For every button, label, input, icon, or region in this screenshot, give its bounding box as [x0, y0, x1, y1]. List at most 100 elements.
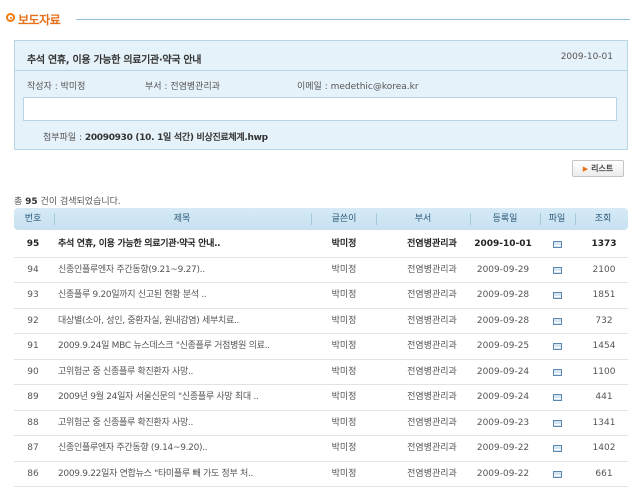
- table-header: 번호 제목 글쓴이 부서 등록일 파일 조회: [14, 208, 628, 230]
- post-content-area: [23, 97, 617, 121]
- bullet-circle-icon: [6, 13, 15, 22]
- header-separator: [540, 213, 541, 225]
- file-icon[interactable]: [552, 470, 562, 478]
- row-file: [542, 411, 572, 436]
- row-number: 88: [27, 417, 39, 428]
- author-label: 작성자 :: [27, 82, 61, 92]
- row-title-link[interactable]: 2009년 9월 24일자 서울신문의 "신종플루 사망 최대 ..: [58, 385, 308, 410]
- row-number: 86: [27, 468, 39, 479]
- email-label: 이메일 :: [297, 82, 331, 92]
- arrow-right-icon: ▶: [582, 164, 589, 173]
- result-count: 총 95 건이 검색되었습니다.: [14, 197, 121, 207]
- table-row: 95 추석 연휴, 이용 가능한 의료기관·약국 안내.. 박미정 전염병관리과…: [14, 232, 628, 258]
- table-row: 88 고위험군 중 신종플루 확진환자 사망.. 박미정 전염병관리과 2009…: [14, 411, 628, 436]
- row-file: [542, 309, 572, 334]
- post-author: 작성자 : 박미정: [27, 79, 85, 92]
- attachment-label: 첨부파일 :: [43, 133, 85, 143]
- header-separator: [311, 213, 312, 225]
- row-author: 박미정: [331, 315, 357, 326]
- row-author: 박미정: [331, 290, 357, 300]
- file-icon[interactable]: [552, 445, 562, 452]
- header-separator: [376, 213, 377, 225]
- row-date: 2009-09-24: [476, 392, 530, 402]
- column-header-author: 글쓴이: [331, 214, 357, 224]
- row-views: 1454: [592, 341, 616, 351]
- file-icon[interactable]: [552, 317, 562, 325]
- detail-divider: [15, 70, 627, 71]
- row-title-link[interactable]: 신종인플루엔자 주간동향(9.21~9.27)..: [58, 258, 308, 283]
- row-views: 661: [595, 468, 613, 479]
- row-title-link[interactable]: 신종인플루엔자 주간동향 (9.14~9.20)..: [58, 436, 308, 461]
- list-button-label: 리스트: [591, 164, 614, 173]
- row-author: 박미정: [331, 417, 357, 428]
- row-title-link[interactable]: 고위험군 중 신종플루 확진환자 사망..: [58, 360, 308, 385]
- attachment-file-link[interactable]: 20090930 (10. 1일 석간) 비상진료체계.hwp: [85, 133, 268, 143]
- row-views: 1373: [591, 239, 617, 249]
- row-file: [542, 258, 572, 283]
- list-button[interactable]: ▶ 리스트: [572, 160, 624, 177]
- row-file: [542, 436, 572, 461]
- section-title: 보도자료: [18, 13, 61, 27]
- post-title: 추석 연휴, 이용 가능한 의료기관·약국 안내: [27, 55, 202, 66]
- row-views: 1100: [592, 366, 616, 377]
- file-icon[interactable]: [552, 292, 562, 299]
- file-icon[interactable]: [552, 394, 562, 401]
- header-separator: [470, 213, 471, 225]
- table-row: 90 고위험군 중 신종플루 확진환자 사망.. 박미정 전염병관리과 2009…: [14, 360, 628, 385]
- row-date: 2009-09-29: [476, 264, 530, 275]
- attachment: 첨부파일 : 20090930 (10. 1일 석간) 비상진료체계.hwp: [43, 130, 268, 143]
- file-icon[interactable]: [552, 266, 562, 274]
- post-detail-panel: 추석 연휴, 이용 가능한 의료기관·약국 안내 2009-10-01 작성자 …: [14, 40, 628, 150]
- table-row: 92 대상별(소아, 성인, 중환자실, 원내감염) 세부치료.. 박미정 전염…: [14, 309, 628, 334]
- row-date: 2009-09-28: [476, 290, 530, 300]
- row-views: 1402: [592, 443, 616, 453]
- column-header-file: 파일: [548, 214, 566, 224]
- row-views: 732: [595, 315, 613, 326]
- row-date: 2009-09-24: [476, 366, 530, 377]
- row-author: 박미정: [331, 468, 357, 479]
- table-row: 94 신종인플루엔자 주간동향(9.21~9.27).. 박미정 전염병관리과 …: [14, 258, 628, 283]
- row-author: 박미정: [331, 443, 357, 453]
- header-separator: [575, 213, 576, 225]
- file-icon[interactable]: [552, 368, 562, 376]
- row-views: 1341: [592, 417, 616, 428]
- row-number: 93: [27, 290, 39, 300]
- table-row: 87 신종인플루엔자 주간동향 (9.14~9.20).. 박미정 전염병관리과…: [14, 436, 628, 462]
- row-file: [542, 232, 572, 257]
- row-title-link[interactable]: 신종플루 9.20일까지 신고된 현황 분석 ..: [58, 283, 308, 308]
- row-file: [542, 334, 572, 359]
- row-number: 94: [27, 264, 39, 275]
- row-title-link[interactable]: 대상별(소아, 성인, 중환자실, 원내감염) 세부치료..: [58, 309, 308, 334]
- row-title-link[interactable]: 고위험군 중 신종플루 확진환자 사망..: [58, 411, 308, 436]
- row-file: [542, 283, 572, 308]
- post-email: 이메일 : medethic@korea.kr: [297, 79, 419, 92]
- column-header-views: 조회: [594, 214, 612, 224]
- section-header: 보도자료: [6, 8, 630, 28]
- file-icon[interactable]: [552, 419, 562, 427]
- row-views: 2100: [592, 264, 616, 275]
- section-divider: [76, 19, 630, 20]
- email-value[interactable]: medethic@korea.kr: [331, 82, 419, 92]
- column-header-date: 등록일: [492, 214, 518, 224]
- row-date: 2009-09-22: [476, 468, 530, 479]
- row-date: 2009-09-25: [476, 341, 530, 351]
- row-number: 91: [27, 341, 39, 351]
- row-title-link[interactable]: 2009.9.22일자 연합뉴스 "타미플루 빼 가도 정부 처..: [58, 462, 308, 487]
- post-department: 부서 : 전염병관리과: [145, 79, 220, 92]
- row-number: 92: [27, 315, 39, 326]
- column-header-title: 제목: [173, 214, 191, 224]
- row-file: [542, 462, 572, 487]
- result-count-number: 95: [25, 197, 38, 207]
- row-date: 2009-09-28: [476, 315, 530, 326]
- row-date: 2009-09-23: [476, 417, 530, 428]
- row-author: 박미정: [331, 366, 357, 377]
- row-views: 441: [595, 392, 613, 402]
- table-row: 89 2009년 9월 24일자 서울신문의 "신종플루 사망 최대 .. 박미…: [14, 385, 628, 411]
- row-title-link[interactable]: 2009.9.24일 MBC 뉴스데스크 "신종플루 거점병원 의료..: [58, 334, 308, 359]
- row-date: 2009-10-01: [474, 239, 532, 249]
- row-number: 89: [27, 392, 39, 402]
- file-icon[interactable]: [552, 241, 562, 248]
- row-title-link[interactable]: 추석 연휴, 이용 가능한 의료기관·약국 안내..: [58, 232, 308, 257]
- row-author: 박미정: [331, 341, 357, 351]
- file-icon[interactable]: [552, 343, 562, 350]
